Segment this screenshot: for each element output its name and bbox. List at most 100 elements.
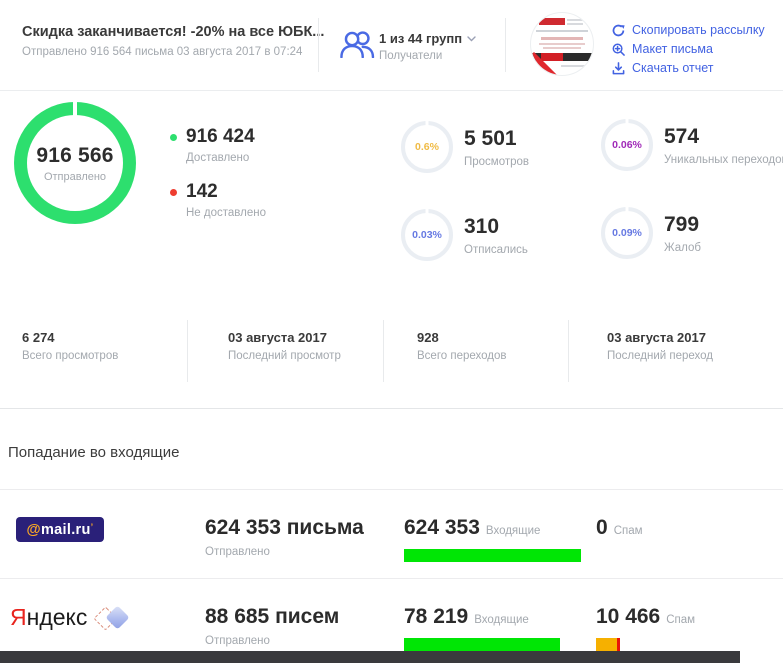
mailru-spam: 0 Спам bbox=[596, 516, 643, 562]
delivery-legend: 916 424 Доставлено 142 Не доставлено bbox=[170, 126, 266, 236]
recipients-dropdown[interactable]: 1 из 44 групп bbox=[379, 31, 476, 46]
provider-row-mailru: @mail.ru’ 624 353 письма Отправлено 624 … bbox=[0, 489, 783, 579]
mailru-sent-value: 624 353 письма bbox=[205, 516, 364, 539]
unique-clicks-count: 574 bbox=[664, 124, 700, 148]
delivered-count: 916 424 bbox=[186, 126, 255, 147]
last-view-label: Последний просмотр bbox=[228, 350, 341, 362]
yandex-inbox-bar bbox=[404, 638, 560, 651]
total-views-value: 6 274 bbox=[22, 330, 55, 345]
sent-label: Отправлено bbox=[43, 170, 107, 183]
not-delivered-count: 142 bbox=[186, 181, 218, 202]
last-click-value: 03 августа 2017 bbox=[607, 330, 706, 345]
yandex-mail-icon bbox=[93, 604, 130, 631]
delivered-legend-item: 916 424 Доставлено bbox=[170, 126, 266, 164]
totals-divider bbox=[187, 320, 188, 382]
stat-unsubscribed: 0.03% 310 Отписались bbox=[401, 209, 528, 261]
last-view-value: 03 августа 2017 bbox=[228, 330, 327, 345]
yandex-spam-value: 10 466 bbox=[596, 605, 661, 628]
complaints-percent-ring: 0.09% bbox=[601, 207, 653, 259]
yandex-sent: 88 685 писем Отправлено bbox=[205, 605, 339, 647]
copy-campaign-link[interactable]: Скопировать рассылку bbox=[612, 21, 765, 39]
yandex-sent-label: Отправлено bbox=[205, 635, 270, 647]
recipients-group-icon bbox=[339, 30, 375, 58]
email-layout-link[interactable]: Макет письма bbox=[612, 40, 765, 58]
yandex-spam-label: Спам bbox=[666, 614, 696, 626]
email-preview-thumbnail[interactable] bbox=[530, 12, 594, 76]
header-actions: Скопировать рассылку Макет письма Скачат… bbox=[612, 21, 765, 78]
complaints-label: Жалоб bbox=[664, 241, 701, 254]
header-divider bbox=[318, 18, 319, 72]
email-layout-label: Макет письма bbox=[632, 42, 713, 56]
mailru-logo-text: mail.ru bbox=[40, 521, 91, 538]
last-view-cell: 03 августа 2017 Последний просмотр bbox=[228, 330, 341, 362]
mailru-sent: 624 353 письма Отправлено bbox=[205, 516, 364, 558]
yandex-logo: Яндекс bbox=[10, 604, 130, 631]
download-icon bbox=[612, 61, 625, 74]
totals-strip: 6 274 Всего просмотров 03 августа 2017 П… bbox=[0, 320, 783, 382]
unique-clicks-percent-ring: 0.06% bbox=[601, 119, 653, 171]
stat-unique-clicks: 0.06% 574 Уникальных переходов bbox=[601, 119, 783, 171]
delivered-label: Доставлено bbox=[186, 152, 250, 164]
total-views-label: Всего просмотров bbox=[22, 350, 119, 362]
yandex-inbox: 78 219 Входящие bbox=[404, 605, 560, 651]
cutoff-next-section-bar bbox=[0, 651, 740, 663]
not-delivered-legend-item: 142 Не доставлено bbox=[170, 181, 266, 219]
yandex-inbox-value: 78 219 bbox=[404, 605, 469, 628]
unsubscribed-percent-ring: 0.03% bbox=[401, 209, 453, 261]
totals-divider bbox=[383, 320, 384, 382]
campaign-subtitle: Отправлено 916 564 письма 03 августа 201… bbox=[22, 46, 303, 58]
mailru-at-symbol: @ bbox=[26, 521, 41, 538]
yandex-inbox-label: Входящие bbox=[474, 614, 529, 626]
report-header: Скидка заканчивается! -20% на все ЮБК...… bbox=[0, 0, 783, 91]
views-percent: 0.6% bbox=[415, 141, 439, 153]
inbox-section-title: Попадание во входящие bbox=[8, 444, 180, 461]
unique-clicks-percent: 0.06% bbox=[612, 139, 642, 151]
unique-clicks-label: Уникальных переходов bbox=[664, 153, 783, 166]
totals-divider bbox=[568, 320, 569, 382]
views-label: Просмотров bbox=[464, 155, 530, 168]
not-delivered-label: Не доставлено bbox=[186, 207, 266, 219]
yandex-sent-value: 88 685 писем bbox=[205, 605, 340, 628]
sent-count: 916 566 bbox=[36, 143, 114, 167]
complaints-count: 799 bbox=[664, 212, 700, 236]
mailru-inbox-value: 624 353 bbox=[404, 516, 480, 539]
mailru-inbox-bar bbox=[404, 549, 581, 562]
copy-campaign-label: Скопировать рассылку bbox=[632, 23, 765, 37]
download-report-link[interactable]: Скачать отчет bbox=[612, 59, 765, 77]
not-delivered-bullet bbox=[170, 188, 177, 196]
yandex-spam: 10 466 Спам bbox=[596, 605, 695, 651]
sent-donut-chart: 916 566 Отправлено bbox=[14, 102, 136, 224]
yandex-spam-bar-edge bbox=[617, 638, 620, 651]
total-views-cell: 6 274 Всего просмотров bbox=[22, 330, 118, 362]
mailru-logo: @mail.ru’ bbox=[16, 517, 104, 542]
mailru-inbox: 624 353 Входящие bbox=[404, 516, 581, 562]
recipients-value: 1 из 44 групп bbox=[379, 31, 463, 46]
mailru-spam-value: 0 bbox=[596, 516, 608, 539]
header-divider bbox=[505, 18, 506, 72]
copy-refresh-icon bbox=[612, 24, 625, 36]
stat-complaints: 0.09% 799 Жалоб bbox=[601, 207, 701, 259]
last-click-label: Последний переход bbox=[607, 350, 714, 362]
mailru-inbox-label: Входящие bbox=[485, 525, 541, 537]
views-percent-ring: 0.6% bbox=[401, 121, 453, 173]
total-clicks-cell: 928 Всего переходов bbox=[417, 330, 507, 362]
campaign-title: Скидка заканчивается! -20% на все ЮБК... bbox=[22, 24, 325, 40]
total-clicks-value: 928 bbox=[417, 330, 439, 345]
download-report-label: Скачать отчет bbox=[632, 61, 714, 75]
unsubscribed-percent: 0.03% bbox=[412, 229, 442, 241]
views-count: 5 501 bbox=[464, 126, 517, 150]
unsubscribed-label: Отписались bbox=[464, 243, 528, 256]
chevron-down-icon bbox=[467, 35, 476, 41]
section-divider bbox=[0, 408, 783, 409]
zoom-in-icon bbox=[612, 43, 625, 56]
unsubscribed-count: 310 bbox=[464, 214, 500, 238]
campaign-report-page: Скидка заканчивается! -20% на все ЮБК...… bbox=[0, 0, 783, 663]
yandex-spam-bar bbox=[596, 638, 620, 651]
mailru-sent-label: Отправлено bbox=[205, 546, 270, 558]
mailru-spam-label: Спам bbox=[613, 525, 643, 537]
stat-views: 0.6% 5 501 Просмотров bbox=[401, 121, 529, 173]
delivered-bullet bbox=[170, 133, 177, 141]
recipients-label: Получатели bbox=[379, 50, 443, 62]
total-clicks-label: Всего переходов bbox=[417, 350, 507, 362]
yandex-logo-first-letter: Я bbox=[10, 604, 27, 630]
